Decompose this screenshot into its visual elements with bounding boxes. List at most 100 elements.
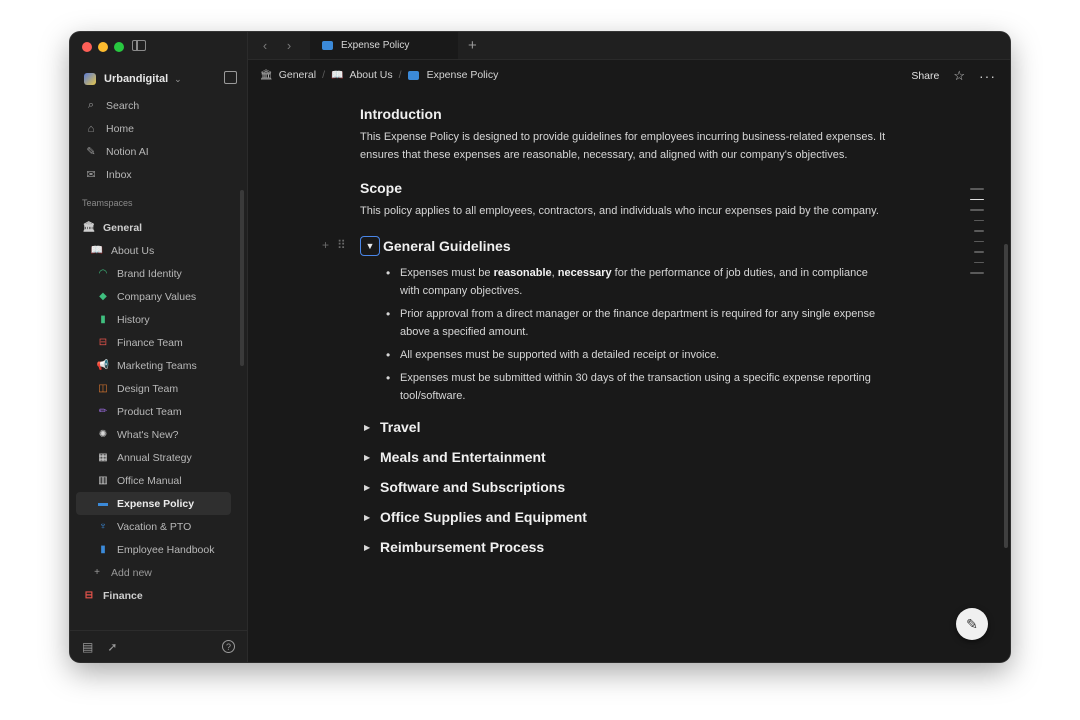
page-icon: + (94, 567, 100, 578)
intro-paragraph[interactable]: This Expense Policy is designed to provi… (360, 128, 890, 164)
star-icon[interactable]: ☆ (953, 68, 965, 84)
sidebar-item-label: Expense Policy (117, 497, 195, 510)
sidebar-item-annual-strategy[interactable]: ▦ Annual Strategy (76, 446, 231, 469)
breadcrumb-general[interactable]: 🏛 General (260, 69, 316, 81)
toggle-general-guidelines: + ⠿ ▼ General Guidelines (322, 236, 890, 256)
sidebar-item-label: Finance Team (117, 336, 183, 349)
breadcrumb-expense-policy[interactable]: Expense Policy (407, 69, 498, 81)
back-icon[interactable]: ‹ (258, 38, 272, 53)
sidebar-item-vacation-pto[interactable]: ♆ Vacation & PTO (76, 515, 231, 538)
new-tab-icon[interactable]: + (468, 37, 477, 54)
table-of-contents-outline[interactable] (970, 188, 984, 283)
sidebar-item-expense-policy[interactable]: ▬ Expense Policy (76, 492, 231, 515)
sidebar-scrollbar[interactable] (240, 190, 244, 366)
topbar-actions: Share ☆ ··· (911, 68, 996, 84)
sidebar-item-add-new[interactable]: + Add new (76, 561, 231, 584)
page-tree: 🏛 General 📖 About Us ◠ Brand Identity ◆ Company… (76, 216, 231, 607)
close-window-button[interactable] (82, 42, 92, 52)
more-icon[interactable]: ··· (979, 68, 996, 84)
nav-label: Notion AI (106, 145, 149, 158)
page-icon: 📢 (96, 360, 110, 371)
list-item[interactable]: • Prior approval from a direct manager o… (386, 305, 890, 341)
page-icon (407, 70, 419, 80)
notion-ai-icon[interactable]: ✎ (956, 608, 988, 640)
share-button[interactable]: Share (911, 70, 939, 82)
drag-handle-icon[interactable]: ⠿ (337, 238, 346, 252)
outline-mark (974, 230, 984, 232)
tab-expense-policy[interactable]: Expense Policy (310, 32, 458, 59)
page-icon: ◫ (98, 383, 108, 394)
sidebar-item-employee-handbook[interactable]: ▮ Employee Handbook (76, 538, 231, 561)
new-page-icon[interactable] (224, 71, 237, 84)
page-icon: ◠ (98, 268, 108, 279)
breadcrumb-about-us[interactable]: 📖 About Us (331, 69, 393, 81)
tab-bar: ‹ › Expense Policy + (248, 32, 1010, 60)
workspace-switcher[interactable]: Urbandigital ⌄ (84, 68, 237, 90)
calendar-icon[interactable]: ▤ (82, 640, 93, 654)
toggle-title: Office Supplies and Equipment (380, 509, 587, 525)
sidebar-item-general[interactable]: 🏛 General (76, 216, 231, 239)
add-block-icon[interactable]: + (322, 238, 329, 252)
block-handles: + ⠿ (322, 238, 346, 252)
toggle-meals[interactable]: ▶ Meals and Entertainment (360, 449, 890, 465)
list-item-text: Expenses must be reasonable, necessary f… (400, 264, 890, 300)
workspace-name: Urbandigital (104, 73, 169, 85)
outline-mark-active (970, 198, 984, 200)
page-icon: 🏛 (82, 222, 96, 233)
send-icon[interactable]: ➚ (107, 640, 117, 654)
sidebar-item-what-s-new[interactable]: ✺ What's New? (76, 423, 231, 446)
bullet-icon: • (386, 371, 391, 385)
page-icon: ✺ (98, 429, 108, 440)
heading-introduction: Introduction (360, 106, 442, 122)
sidebar-item-label: Office Manual (117, 474, 182, 487)
triangle-right-icon[interactable]: ▶ (360, 453, 380, 462)
nav-notion-ai[interactable]: ✎ Notion AI (78, 140, 239, 163)
bullet-icon: • (386, 266, 391, 280)
list-item[interactable]: • All expenses must be supported with a … (386, 346, 890, 364)
toggle-travel[interactable]: ▶ Travel (360, 419, 890, 435)
sidebar-item-brand-identity[interactable]: ◠ Brand Identity (76, 262, 231, 285)
toggle-software[interactable]: ▶ Software and Subscriptions (360, 479, 890, 495)
page-icon: ▮ (100, 314, 106, 325)
sidebar-item-marketing-teams[interactable]: 📢 Marketing Teams (76, 354, 231, 377)
forward-icon[interactable]: › (282, 38, 296, 53)
sidebar-toggle-icon[interactable] (132, 40, 146, 51)
window-controls (82, 42, 124, 52)
page-icon: 📖 (90, 245, 104, 256)
nav-inbox[interactable]: ✉ Inbox (78, 163, 239, 186)
main-scrollbar[interactable] (1004, 244, 1008, 548)
sidebar-item-product-team[interactable]: ✏ Product Team (76, 400, 231, 423)
sidebar-nav: ⌕ Search ⌂ Home ✎ Notion AI ✉ Inbox (78, 94, 239, 186)
toggle-open-icon[interactable]: ▼ (360, 236, 380, 256)
ai-icon: ✎ (86, 146, 96, 158)
maximize-window-button[interactable] (114, 42, 124, 52)
nav-search[interactable]: ⌕ Search (78, 94, 239, 117)
minimize-window-button[interactable] (98, 42, 108, 52)
nav-home[interactable]: ⌂ Home (78, 117, 239, 140)
toggle-office-supplies[interactable]: ▶ Office Supplies and Equipment (360, 509, 890, 525)
sidebar-item-label: Company Values (117, 290, 197, 303)
sidebar-item-finance-team[interactable]: ⊟ Finance Team (76, 331, 231, 354)
crumb-label: About Us (349, 69, 393, 81)
list-item[interactable]: • Expenses must be reasonable, necessary… (386, 264, 890, 300)
triangle-right-icon[interactable]: ▶ (360, 483, 380, 492)
sidebar-item-design-team[interactable]: ◫ Design Team (76, 377, 231, 400)
scope-paragraph[interactable]: This policy applies to all employees, co… (360, 202, 890, 220)
sidebar-item-about-us[interactable]: 📖 About Us (76, 239, 231, 262)
sidebar-item-office-manual[interactable]: ▥ Office Manual (76, 469, 231, 492)
sidebar-item-history[interactable]: ▮ History (76, 308, 231, 331)
triangle-right-icon[interactable]: ▶ (360, 423, 380, 432)
help-icon[interactable]: ? (222, 640, 235, 653)
toggle-reimbursement[interactable]: ▶ Reimbursement Process (360, 539, 890, 555)
sidebar-item-company-values[interactable]: ◆ Company Values (76, 285, 231, 308)
sidebar-item-finance[interactable]: ⊟ Finance (76, 584, 231, 607)
search-icon: ⌕ (87, 99, 95, 111)
triangle-right-icon[interactable]: ▶ (360, 543, 380, 552)
outline-mark (970, 272, 984, 274)
sidebar-item-label: General (103, 221, 143, 234)
heading-scope: Scope (360, 180, 403, 196)
sidebar-item-label: Product Team (117, 405, 182, 418)
outline-mark (974, 261, 984, 263)
triangle-right-icon[interactable]: ▶ (360, 513, 380, 522)
list-item[interactable]: • Expenses must be submitted within 30 d… (386, 369, 890, 405)
